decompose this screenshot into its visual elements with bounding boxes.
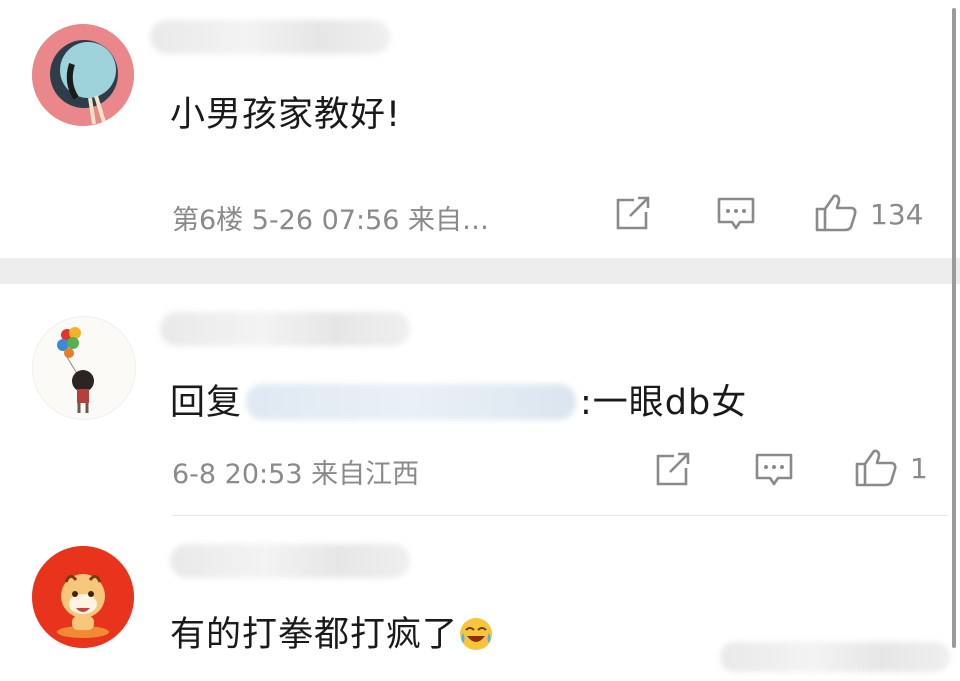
share-icon[interactable]: [654, 452, 692, 488]
comment-text: 小男孩家教好!: [170, 95, 402, 135]
comment-text: 有的打拳都打疯了: [170, 606, 494, 657]
section-divider: [0, 258, 960, 284]
reply-target-blurred[interactable]: [246, 384, 577, 420]
comment-icon[interactable]: [754, 452, 794, 488]
bottom-blurred-overlay: [720, 642, 950, 672]
share-icon[interactable]: [614, 196, 652, 232]
scrollbar-thumb[interactable]: [952, 8, 956, 648]
username-blurred[interactable]: [150, 20, 390, 54]
row-divider: [172, 515, 948, 516]
comment-icon[interactable]: [716, 196, 756, 232]
comment-body: 有的打拳都打疯了: [170, 615, 459, 655]
reply-text: 回复 :一眼db女: [170, 374, 747, 425]
reply-suffix: :一眼db女: [580, 383, 748, 423]
like-count: 134: [870, 198, 924, 231]
username-blurred[interactable]: [160, 312, 410, 346]
avatar[interactable]: [32, 316, 136, 420]
like-count: 1: [910, 452, 928, 485]
avatar[interactable]: [32, 24, 134, 126]
username-blurred[interactable]: [170, 544, 410, 578]
thumbs-up-icon[interactable]: [814, 193, 858, 233]
reply-prefix: 回复: [170, 383, 243, 423]
scrollbar[interactable]: [948, 0, 958, 681]
laugh-cry-emoji: [458, 616, 494, 652]
comment-meta: 第6楼 5-26 07:56 来自…: [172, 205, 490, 236]
comment-meta: 6-8 20:53 来自江西: [172, 459, 420, 490]
avatar[interactable]: [32, 546, 134, 648]
thumbs-up-icon[interactable]: [854, 448, 898, 488]
